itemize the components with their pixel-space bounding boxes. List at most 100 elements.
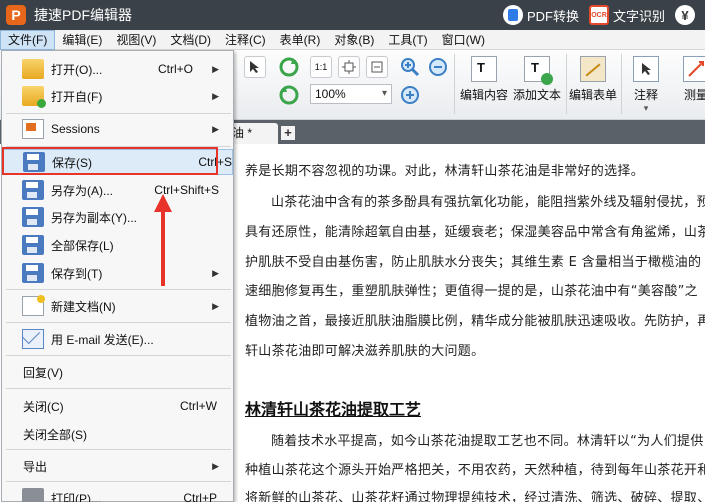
menu-item-close[interactable]: 关闭(C) Ctrl+W	[2, 393, 233, 419]
fit-width-button[interactable]	[366, 56, 388, 78]
edit-content-label: 编辑内容	[459, 88, 508, 102]
menu-window[interactable]: 窗口(W)	[435, 30, 492, 50]
zoom-in-button[interactable]	[400, 57, 420, 80]
plus-circle-icon	[401, 86, 419, 104]
submenu-arrow-icon: ▶	[212, 90, 219, 101]
add-text-icon: T	[524, 56, 553, 85]
annotation-arrow-icon	[154, 194, 172, 286]
menu-item-revert[interactable]: 回复(V)	[2, 359, 233, 385]
menu-item-save-copy[interactable]: 另存为副本(Y)...	[2, 204, 233, 230]
menu-document[interactable]: 文档(D)	[163, 30, 218, 50]
menu-separator	[6, 322, 231, 323]
submenu-arrow-icon: ▶	[212, 460, 219, 471]
menu-item-label: 另存为(A)...	[51, 183, 113, 198]
menu-separator	[6, 388, 231, 389]
select-tool-button[interactable]	[244, 56, 266, 78]
menu-item-save-to[interactable]: 保存到(T) ▶	[2, 260, 233, 286]
submenu-arrow-icon: ▶	[212, 123, 219, 134]
edit-content-icon: T	[471, 56, 497, 82]
doc-heading: 林清轩山茶花油提取工艺	[245, 400, 422, 419]
edit-form-label: 编辑表单	[568, 88, 617, 102]
save-as-icon	[22, 180, 44, 200]
zoom-out-button[interactable]	[428, 57, 448, 80]
menu-item-sessions[interactable]: Sessions ▶	[2, 116, 233, 142]
open-folder-icon	[22, 59, 44, 79]
menu-item-close-all[interactable]: 关闭全部(S)	[2, 421, 233, 447]
rotate-cw-button[interactable]	[278, 56, 300, 81]
zoom-select[interactable]: 100%	[310, 84, 392, 104]
ocr-button[interactable]: OCR 文字识别	[588, 5, 665, 25]
menu-item-label: 保存到(T)	[51, 266, 103, 281]
menu-item-label: Sessions	[51, 122, 100, 136]
save-to-icon	[22, 263, 44, 283]
zoom-plus-button[interactable]	[400, 85, 420, 108]
toolbar-separator	[454, 54, 455, 114]
doc-line: 具有还原性，能清除超氧自由基，延缓衰老；保湿美容品中常含有角鲨烯，山茶	[245, 225, 705, 240]
menu-separator	[6, 449, 231, 450]
menu-separator	[6, 481, 231, 482]
doc-line: 速细胞修复再生，重塑肌肤弹性；更值得一提的是，山茶花油中有“美容酸”之	[245, 284, 698, 299]
comment-icon	[633, 56, 659, 82]
new-tab-button[interactable]: +	[281, 126, 295, 140]
doc-line: 种植山茶花这个源头开始严格把关，不用农药，天然种植，待到每年山茶花开和	[245, 463, 705, 478]
doc-line: 养是长期不容忽视的功课。对此，林清轩山茶花油是非常好的选择。	[245, 164, 645, 179]
menu-tools[interactable]: 工具(T)	[381, 30, 434, 50]
doc-line: 山茶花油中含有的茶多酚具有强抗氧化功能，能阻挡紫外线及辐射侵扰，预	[271, 195, 705, 210]
doc-line: 轩山茶花油即可解决滋养肌肤的大问题。	[245, 344, 485, 359]
menu-item-email[interactable]: 用 E-mail 发送(E)...	[2, 326, 233, 352]
menu-item-label: 打印(P)...	[51, 491, 101, 502]
add-text-button[interactable]: T 添加文本	[509, 56, 565, 103]
doc-line: 随着技术水平提高，如今山茶花油提取工艺也不同。林清轩以“为人们提供	[271, 434, 704, 449]
menu-item-label: 新建文档(N)	[51, 299, 116, 314]
menu-file[interactable]: 文件(F)	[0, 29, 56, 50]
menu-item-label: 打开自(F)	[51, 89, 103, 104]
comment-button[interactable]: 注释 ▾	[618, 56, 674, 114]
menu-item-save-all[interactable]: 全部保存(L)	[2, 232, 233, 258]
menu-separator	[6, 113, 231, 114]
new-document-icon	[22, 295, 45, 316]
fit-page-icon	[342, 60, 356, 74]
measure-label: 测量	[683, 88, 705, 102]
save-all-icon	[22, 235, 44, 255]
title-bar-actions: PDF转换 OCR 文字识别 ¥	[502, 0, 705, 30]
menu-form[interactable]: 表单(R)	[273, 30, 328, 50]
measure-button[interactable]: 测量	[668, 56, 705, 103]
submenu-arrow-icon: ▶	[212, 300, 219, 311]
fit-page-button[interactable]	[338, 56, 360, 78]
menu-item-export[interactable]: 导出 ▶	[2, 453, 233, 479]
app-title: 捷速PDF编辑器	[34, 7, 132, 23]
pdf-convert-button[interactable]: PDF转换	[502, 5, 579, 25]
menu-item-label: 回复(V)	[23, 365, 63, 380]
menu-item-save-as[interactable]: 另存为(A)... Ctrl+Shift+S	[2, 177, 233, 203]
edit-content-button[interactable]: T 编辑内容	[456, 56, 512, 103]
pdf-convert-icon	[502, 5, 523, 25]
ocr-label: 文字识别	[612, 8, 665, 24]
menu-edit[interactable]: 编辑(E)	[55, 30, 109, 50]
menu-item-print[interactable]: 打印(P)... Ctrl+P	[2, 485, 233, 502]
comment-dropdown-icon: ▾	[643, 103, 649, 113]
purchase-button[interactable]: ¥	[675, 5, 695, 25]
menu-item-open[interactable]: 打开(O)... Ctrl+O ▶	[2, 56, 233, 82]
email-icon	[22, 329, 44, 349]
menu-item-open-from[interactable]: 打开自(F) ▶	[2, 83, 233, 109]
ocr-icon: OCR	[588, 5, 609, 25]
open-from-icon	[22, 86, 46, 108]
rotate-counterclockwise-icon	[279, 85, 299, 105]
actual-size-button[interactable]: 1:1	[310, 56, 332, 78]
menu-item-new-document[interactable]: 新建文档(N) ▶	[2, 293, 233, 319]
menu-object[interactable]: 对象(B)	[327, 30, 381, 50]
fit-width-icon	[371, 61, 383, 73]
add-text-label: 添加文本	[512, 88, 561, 102]
menu-item-shortcut: Ctrl+W	[180, 399, 217, 413]
zoom-out-icon	[429, 58, 447, 76]
menu-bar: 文件(F) 编辑(E) 视图(V) 文档(D) 注释(C) 表单(R) 对象(B…	[0, 29, 705, 50]
edit-form-button[interactable]: 编辑表单	[565, 56, 621, 103]
save-copy-icon	[22, 207, 44, 227]
menu-item-label: 全部保存(L)	[51, 238, 114, 253]
menu-item-label: 关闭全部(S)	[23, 427, 87, 442]
rotate-ccw-button[interactable]	[278, 84, 300, 109]
menu-comment[interactable]: 注释(C)	[218, 30, 273, 50]
app-logo-icon: P	[6, 5, 26, 25]
menu-view[interactable]: 视图(V)	[109, 30, 163, 50]
edit-form-icon	[580, 56, 606, 82]
